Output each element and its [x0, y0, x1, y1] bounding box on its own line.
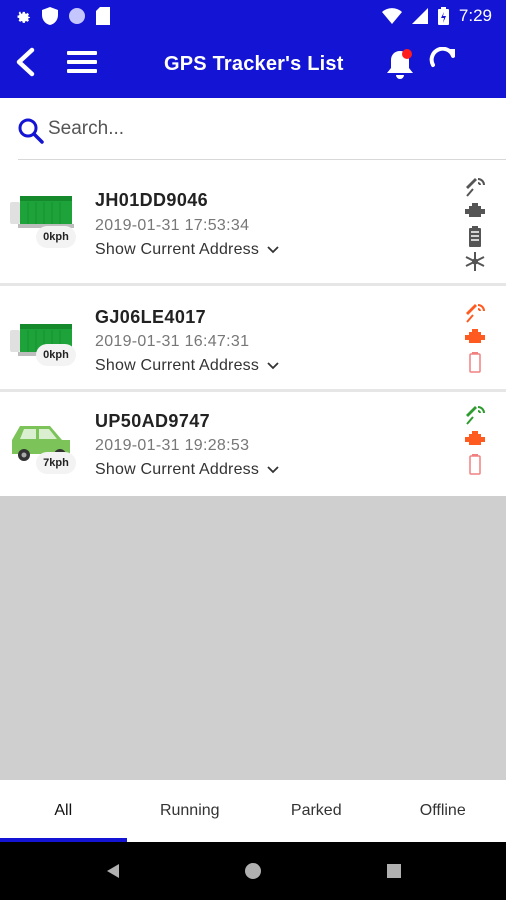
tab-label: Running — [159, 802, 220, 819]
filter-tabs: All Running Parked Offline — [0, 780, 506, 842]
refresh-icon — [429, 46, 459, 82]
tracker-card[interactable]: 7kph UP50AD9747 2019-01-31 19:28:53 Show… — [0, 392, 506, 496]
show-address-toggle[interactable]: Show Current Address — [95, 461, 279, 479]
chevron-down-icon — [267, 241, 279, 259]
tab-label: Offline — [419, 802, 466, 819]
engine-icon — [464, 429, 486, 450]
vehicle-plate: JH01DD9046 — [95, 190, 209, 210]
show-address-toggle[interactable]: Show Current Address — [95, 241, 279, 259]
search-icon — [18, 118, 44, 149]
battery-icon — [437, 7, 449, 25]
sd-card-icon — [96, 7, 110, 25]
page-title: GPS Tracker's List — [164, 53, 344, 75]
last-update-time: 2019-01-31 16:47:31 — [95, 333, 250, 350]
wifi-icon — [381, 8, 402, 24]
search-input[interactable] — [48, 114, 448, 144]
show-address-label: Show Current Address — [95, 241, 260, 258]
gps-icon — [464, 404, 486, 425]
engine-icon — [464, 327, 486, 348]
search-bar — [0, 98, 506, 162]
back-button[interactable] — [8, 46, 44, 82]
gps-icon — [464, 176, 486, 197]
chevron-down-icon — [267, 461, 279, 479]
status-bar: 7:29 — [0, 0, 506, 32]
back-arrow-icon — [14, 47, 38, 82]
shield-icon — [42, 7, 58, 25]
show-address-label: Show Current Address — [95, 357, 260, 374]
status-icons — [462, 302, 488, 373]
notification-bell-icon — [382, 49, 418, 88]
engine-icon — [464, 201, 486, 222]
ac-snowflake-icon — [464, 251, 486, 272]
signal-icon — [411, 8, 428, 24]
status-icons — [462, 176, 488, 272]
speed-badge: 7kph — [36, 452, 76, 474]
show-address-toggle[interactable]: Show Current Address — [95, 357, 279, 375]
circle-icon — [68, 7, 86, 25]
battery-icon — [464, 352, 486, 373]
tab-all[interactable]: All — [0, 780, 127, 842]
battery-icon — [464, 226, 486, 247]
battery-icon — [464, 454, 486, 475]
system-nav-bar — [0, 842, 506, 900]
notification-button[interactable] — [382, 46, 418, 84]
menu-button[interactable] — [64, 46, 100, 82]
speed-badge: 0kph — [36, 226, 76, 248]
refresh-button[interactable] — [426, 46, 462, 82]
tab-parked[interactable]: Parked — [253, 780, 380, 842]
nav-back-button[interactable] — [104, 862, 122, 880]
vehicle-plate: GJ06LE4017 — [95, 307, 207, 327]
tracker-card[interactable]: 0kph GJ06LE4017 2019-01-31 16:47:31 Show… — [0, 286, 506, 392]
app-bar: GPS Tracker's List — [0, 32, 506, 98]
gps-icon — [464, 302, 486, 323]
search-underline — [18, 159, 506, 160]
speed-badge: 0kph — [36, 344, 76, 366]
last-update-time: 2019-01-31 17:53:34 — [95, 217, 250, 234]
clock-time: 7:29 — [458, 6, 492, 25]
settings-icon — [14, 7, 32, 25]
nav-recents-button[interactable] — [385, 862, 403, 880]
menu-icon — [67, 50, 97, 79]
tab-label: All — [54, 802, 73, 819]
show-address-label: Show Current Address — [95, 461, 260, 478]
last-update-time: 2019-01-31 19:28:53 — [95, 437, 250, 454]
status-icons — [462, 404, 488, 475]
tracker-card[interactable]: 0kph JH01DD9046 2019-01-31 17:53:34 Show… — [0, 162, 506, 286]
tracker-list: 0kph JH01DD9046 2019-01-31 17:53:34 Show… — [0, 162, 506, 496]
tab-running[interactable]: Running — [127, 780, 254, 842]
vehicle-plate: UP50AD9747 — [95, 411, 211, 431]
chevron-down-icon — [267, 357, 279, 375]
tab-offline[interactable]: Offline — [380, 780, 506, 842]
nav-home-button[interactable] — [244, 862, 262, 880]
tab-label: Parked — [290, 802, 342, 819]
